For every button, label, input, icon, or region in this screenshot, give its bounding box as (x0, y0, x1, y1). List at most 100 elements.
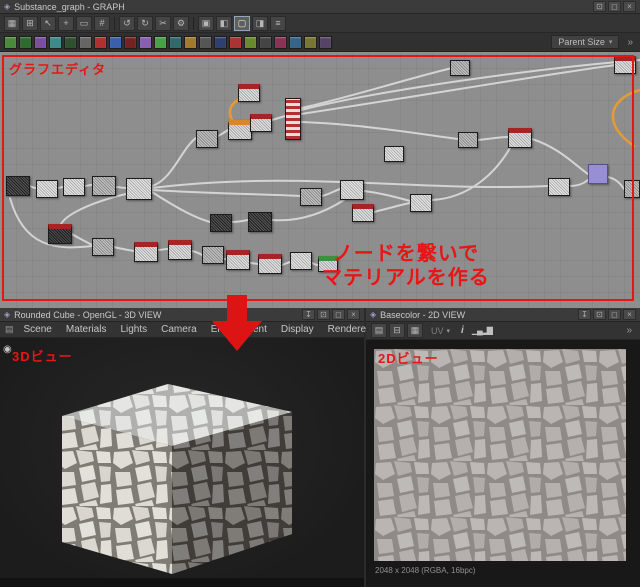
node-type-3-icon[interactable] (34, 35, 47, 49)
graph-node[interactable] (168, 240, 192, 260)
graph-node[interactable] (548, 178, 570, 196)
node-type-2-icon[interactable] (19, 35, 32, 49)
graph-node[interactable] (458, 132, 478, 148)
graph-node[interactable] (624, 180, 640, 198)
parent-size-dropdown[interactable]: Parent Size ▾ (551, 35, 620, 49)
graph-node[interactable] (48, 224, 72, 244)
node-type-16-icon[interactable] (229, 35, 242, 49)
node-type-17-icon[interactable] (244, 35, 257, 49)
graph-node[interactable] (92, 238, 114, 256)
graph-node[interactable] (614, 56, 636, 74)
graph-node[interactable] (300, 188, 322, 206)
settings-icon[interactable]: ⚙ (173, 15, 189, 31)
export-image-icon[interactable]: ▦ (407, 323, 423, 338)
graph-node[interactable] (450, 60, 470, 76)
dock-icon[interactable]: ⊡ (593, 309, 606, 320)
graph-node[interactable] (410, 194, 432, 212)
graph-node[interactable] (36, 180, 58, 198)
graph-node[interactable] (588, 164, 608, 184)
histogram-icon[interactable]: ▁▄▂▇ (470, 326, 494, 335)
graph-node[interactable] (250, 114, 272, 132)
node-type-21-icon[interactable] (304, 35, 317, 49)
node-type-1-icon[interactable] (4, 35, 17, 49)
menu-item-scene[interactable]: Scene (17, 324, 59, 335)
graph-node[interactable] (258, 254, 282, 274)
node-type-10-icon[interactable] (139, 35, 152, 49)
menu-item-display[interactable]: Display (274, 324, 321, 335)
node-type-14-icon[interactable] (199, 35, 212, 49)
float-icon[interactable]: ◻ (608, 309, 621, 320)
graph-node[interactable] (508, 128, 532, 148)
graph-node[interactable] (248, 212, 272, 232)
graph-node[interactable] (384, 146, 404, 162)
dock-icon[interactable]: ⊡ (593, 1, 606, 12)
graph-node[interactable] (285, 98, 301, 140)
graph-canvas[interactable]: グラフエディタ ノードを繋いで マテリアルを作る (0, 52, 640, 308)
node-type-15-icon[interactable] (214, 35, 227, 49)
graph-node[interactable] (210, 214, 232, 232)
graph-node[interactable] (228, 120, 252, 140)
uv-dropdown[interactable]: UV ▾ (426, 326, 455, 336)
menu-item-camera[interactable]: Camera (154, 324, 204, 335)
close-icon[interactable]: × (623, 309, 636, 320)
menu-item-materials[interactable]: Materials (59, 324, 114, 335)
view2d-panel-title: Basecolor - 2D VIEW (380, 309, 466, 320)
split-view-icon[interactable]: ◧ (216, 15, 232, 31)
graph-node[interactable] (226, 250, 250, 270)
view3d-viewport[interactable]: ◉ 3Dビュー (0, 338, 364, 587)
node-type-22-icon[interactable] (319, 35, 332, 49)
save-image-icon[interactable]: ⊟ (389, 323, 405, 338)
grid-snap-icon[interactable]: ⊞ (22, 15, 38, 31)
view2d-overflow-chevron[interactable]: » (626, 325, 632, 336)
node-type-18-icon[interactable] (259, 35, 272, 49)
info-icon[interactable]: i (457, 325, 468, 336)
graph-node[interactable] (352, 204, 374, 222)
material-preview-icon[interactable]: ▣ (198, 15, 214, 31)
graph-node[interactable] (340, 180, 364, 200)
graph-node[interactable] (63, 178, 85, 196)
graph-node[interactable] (196, 130, 218, 148)
node-type-19-icon[interactable] (274, 35, 287, 49)
graph-node[interactable] (6, 176, 30, 196)
redo-icon[interactable]: ↻ (137, 15, 153, 31)
node-type-4-icon[interactable] (49, 35, 62, 49)
graph-node[interactable] (290, 252, 312, 270)
select-tool-icon[interactable]: ↖ (40, 15, 56, 31)
close-icon[interactable]: × (347, 309, 360, 320)
node-type-7-icon[interactable] (94, 35, 107, 49)
pin-icon[interactable]: ↧ (578, 309, 591, 320)
list-view-icon[interactable]: ≡ (270, 15, 286, 31)
pin-tool-icon[interactable]: # (94, 15, 110, 31)
node-type-6-icon[interactable] (79, 35, 92, 49)
undo-icon[interactable]: ↺ (119, 15, 135, 31)
pin-icon[interactable]: ↧ (302, 309, 315, 320)
node-type-12-icon[interactable] (169, 35, 182, 49)
toolbar-overflow-chevron[interactable]: » (627, 37, 633, 48)
graph-node[interactable] (134, 242, 158, 262)
graph-node[interactable] (238, 84, 260, 102)
fit-view-icon[interactable]: ◨ (252, 15, 268, 31)
float-icon[interactable]: ◻ (608, 1, 621, 12)
graph-node[interactable] (92, 176, 116, 196)
frame-tool-icon[interactable]: ▦ (4, 15, 20, 31)
float-icon[interactable]: ◻ (332, 309, 345, 320)
dock-icon[interactable]: ⊡ (317, 309, 330, 320)
camera-snapshot-icon[interactable]: ◉ (3, 344, 12, 355)
close-icon[interactable]: × (623, 1, 636, 12)
node-type-13-icon[interactable] (184, 35, 197, 49)
node-type-11-icon[interactable] (154, 35, 167, 49)
open-file-icon[interactable]: ▤ (371, 323, 387, 338)
node-type-8-icon[interactable] (109, 35, 122, 49)
focus-frame-icon[interactable]: ▢ (234, 15, 250, 31)
node-type-5-icon[interactable] (64, 35, 77, 49)
graph-node[interactable] (202, 246, 224, 264)
node-type-9-icon[interactable] (124, 35, 137, 49)
view2d-viewport[interactable]: 2Dビュー 2048 x 2048 (RGBA, 16bpc) (366, 340, 640, 587)
cut-links-icon[interactable]: ✂ (155, 15, 171, 31)
add-node-icon[interactable]: + (58, 15, 74, 31)
comment-tool-icon[interactable]: ▭ (76, 15, 92, 31)
graph-node[interactable] (126, 178, 152, 200)
menu-item-lights[interactable]: Lights (113, 324, 154, 335)
node-type-20-icon[interactable] (289, 35, 302, 49)
menu-item-environment[interactable]: Environment (204, 324, 274, 335)
